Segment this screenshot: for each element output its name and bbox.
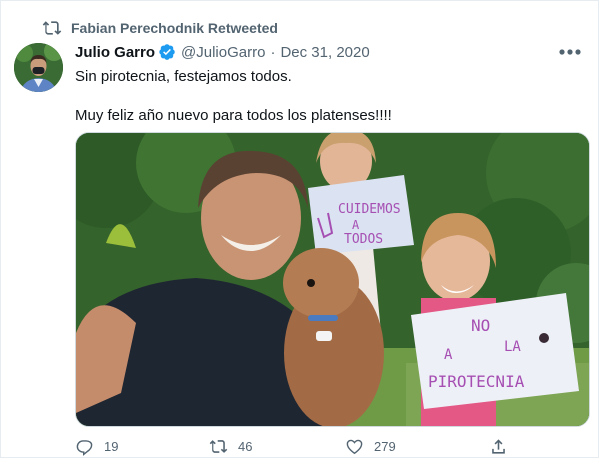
sign-cuidemos-a-todos: CUIDEMOS A TODOS	[308, 175, 414, 255]
tweet-date[interactable]: Dec 31, 2020	[280, 44, 369, 61]
sign2-line1: NO	[471, 316, 490, 335]
retweet-context[interactable]: Fabian Perechodnik Retweeted	[42, 18, 278, 38]
retweet-count: 46	[238, 439, 253, 454]
sign1-line1: CUIDEMOS	[338, 202, 401, 217]
sign1-line3: TODOS	[344, 232, 383, 247]
share-icon	[492, 439, 505, 454]
share-button[interactable]	[489, 437, 508, 456]
verified-badge-icon	[159, 44, 175, 60]
reply-button[interactable]: 19	[75, 437, 118, 456]
retweet-action-icon	[209, 440, 228, 453]
retweet-label: Fabian Perechodnik Retweeted	[71, 20, 278, 36]
like-button[interactable]: 279	[345, 437, 396, 456]
separator-dot: ·	[270, 43, 276, 61]
reply-count: 19	[104, 439, 119, 454]
sign2-line4: PIROTECNIA	[428, 372, 525, 391]
author-handle[interactable]: @JulioGarro	[181, 44, 265, 61]
reply-icon	[76, 440, 93, 456]
tweet-actions: 19 46 279	[75, 437, 515, 457]
tweet-card[interactable]: Fabian Perechodnik Retweeted Julio Garro…	[0, 0, 599, 458]
sign1-line2: A	[352, 218, 360, 232]
sign2-line2: A	[444, 347, 453, 363]
retweet-icon	[42, 21, 62, 35]
tweet-text-line2: Muy feliz año nuevo para todos los plate…	[75, 107, 392, 124]
retweet-button[interactable]: 46	[209, 437, 252, 456]
like-count: 279	[374, 439, 396, 454]
tweet-header: Julio Garro @JulioGarro · Dec 31, 2020	[75, 43, 370, 61]
sign2-line3: LA	[504, 339, 521, 355]
tweet-text-line1: Sin pirotecnia, festejamos todos.	[75, 68, 292, 85]
more-options-icon[interactable]	[558, 43, 582, 61]
author-name[interactable]: Julio Garro	[75, 44, 155, 61]
heart-icon	[346, 439, 363, 455]
tweet-photo[interactable]: CUIDEMOS A TODOS NO A LA PIROTECNIA	[75, 132, 590, 427]
author-avatar[interactable]	[14, 43, 63, 92]
